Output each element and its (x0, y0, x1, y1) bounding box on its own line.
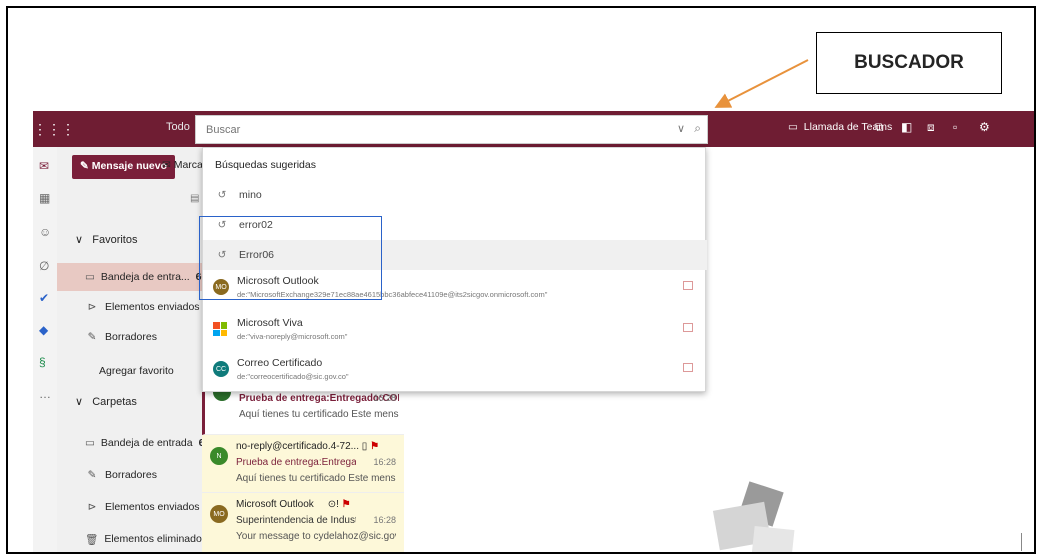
info-icon: ⊙! (327, 499, 339, 510)
new-mail-label: Mensaje nuevo (91, 160, 167, 172)
suggestions-title: Búsquedas sugeridas (215, 159, 316, 171)
send-icon: ⊳ (87, 501, 97, 513)
attach-icon[interactable]: ∅ (39, 259, 49, 273)
pencil-icon: ✎ (87, 469, 97, 481)
collapse-pane-icon[interactable]: ▤ (190, 193, 199, 204)
avatar: N (210, 447, 228, 465)
folder-label: Bandeja de entra... (100, 271, 190, 283)
microsoft-logo-icon (213, 322, 227, 336)
folder-item-drafts[interactable]: ✎ Borradores (57, 461, 202, 489)
favorites-header[interactable]: ∨ Favoritos (75, 233, 137, 246)
people-suggestion[interactable]: CC Correo Certificado de:"correocertific… (203, 352, 707, 388)
search-scope-label: Todo (166, 121, 190, 133)
envelope-illustration (751, 525, 795, 552)
person-email: de:"viva-noreply@microsoft.com" (237, 332, 348, 341)
people-suggestion[interactable]: Microsoft Viva de:"viva-noreply@microsof… (203, 312, 707, 348)
trash-icon: 🗑 (85, 533, 99, 546)
message-subject: Prueba de entrega:Entregado:Superi... (236, 457, 356, 468)
contact-card-icon[interactable] (683, 363, 693, 372)
teams-icon[interactable]: ◆ (39, 323, 48, 337)
folder-label: Elementos enviados (105, 301, 200, 313)
message-sender: no-reply@certificado.4-72... ▯ ⚑ (236, 441, 396, 452)
yammer-icon[interactable]: § (39, 355, 46, 369)
folder-item-sent[interactable]: ⊳ Elementos enviados (57, 493, 202, 521)
message-item[interactable]: N no-reply@certificado.4-72... ▯ ⚑ Prueb… (202, 435, 404, 493)
history-icon: ↺ (217, 189, 227, 201)
mail-icon[interactable]: ✉ (39, 159, 49, 173)
send-icon: ⊳ (87, 301, 97, 313)
avatar: MO (210, 505, 228, 523)
chat-icon[interactable]: ⧉ (875, 120, 884, 135)
search-options-chevron-icon[interactable]: ∨ (677, 122, 685, 135)
folder-item-inbox[interactable]: ▭ Bandeja de entrada 6652 (57, 429, 222, 457)
todo-icon[interactable]: ✔ (39, 291, 49, 305)
folder-label: Borradores (105, 469, 157, 481)
folders-header[interactable]: ∨ Carpetas (75, 395, 137, 408)
app-rail: ✉ ▦ ☺ ∅ ✔ ◆ § … (33, 147, 57, 552)
folders-label: Carpetas (92, 396, 137, 408)
suggestion-text: mino (239, 189, 262, 201)
fav-item-inbox[interactable]: ▭ Bandeja de entra... 6652 (57, 263, 219, 291)
search-input[interactable] (206, 123, 666, 136)
office-icon[interactable]: ◧ (901, 120, 912, 134)
tasks-icon[interactable]: ⧈ (927, 120, 935, 135)
message-item[interactable]: Prueba de entrega:Entregado:COM... 16:28… (202, 383, 404, 435)
folder-pane: ✎ Mensaje nuevo ✉ Marcar tod ▤ ∨ Favorit… (57, 147, 224, 552)
favorites-label: Favoritos (92, 234, 138, 246)
message-preview: Aquí tienes tu certificado Este mensaje … (236, 473, 396, 484)
gear-icon[interactable]: ⚙ (979, 120, 990, 134)
sender-name: Microsoft Outlook (236, 499, 314, 510)
message-time: 16:28 (373, 515, 396, 525)
flag-icon[interactable]: ⚑ (342, 499, 351, 510)
suggestion-item[interactable]: ↺ mino (203, 180, 707, 210)
pencil-icon: ✎ (87, 331, 97, 343)
sender-name: no-reply@certificado.4-72... (236, 441, 359, 452)
avatar: CC (213, 361, 229, 377)
fav-item-sent[interactable]: ⊳ Elementos enviados (57, 293, 202, 321)
search-icon[interactable]: ⌕ (694, 121, 701, 136)
flag-icon[interactable]: ⚑ (370, 441, 379, 452)
message-preview: Your message to cydelahoz@sic.gov.co cou… (236, 531, 396, 542)
calendar-icon[interactable]: ▦ (39, 191, 50, 205)
screenshot-frame: ⋮⋮⋮ Todo∨ ← ▭ Llamada de Teams ⧉ ◧ ⧈ ▫ ⚙… (6, 6, 1036, 554)
folder-label: Bandeja de entrada (100, 437, 193, 449)
highlight-rectangle (199, 216, 382, 300)
inbox-icon: ▭ (85, 271, 95, 283)
folder-label: Borradores (105, 331, 157, 343)
more-apps-icon[interactable]: … (39, 387, 51, 401)
add-favorite-link[interactable]: Agregar favorito (57, 357, 202, 385)
folder-label: Elementos enviados (105, 501, 200, 513)
bell-icon[interactable]: ▫ (953, 120, 957, 134)
callout-label: BUSCADOR (816, 32, 1002, 94)
person-name: Microsoft Viva (237, 317, 303, 329)
people-icon[interactable]: ☺ (39, 225, 51, 239)
scrollbar[interactable] (1021, 533, 1022, 551)
contact-card-icon[interactable] (683, 323, 693, 332)
folder-label: Elementos eliminados (104, 533, 208, 545)
message-time: 16:28 (373, 457, 396, 467)
folder-label: Agregar favorito (99, 365, 174, 377)
person-name: Correo Certificado (237, 357, 323, 369)
message-preview: Aquí tienes tu certificado Este mensaje … (239, 409, 399, 420)
new-mail-button[interactable]: ✎ Mensaje nuevo (72, 155, 175, 179)
message-time: 16:28 (373, 393, 396, 403)
search-box[interactable]: ∨ ⌕ (195, 115, 708, 144)
message-sender: Microsoft Outlook ⊙! ⚑ (236, 499, 396, 510)
folder-item-deleted[interactable]: 🗑 Elementos eliminados (57, 525, 207, 552)
contact-card-icon[interactable] (683, 281, 693, 290)
message-item[interactable]: MO Microsoft Outlook ⊙! ⚑ Superintendenc… (202, 493, 404, 552)
person-email: de:"correocertificado@sic.gov.co" (237, 372, 349, 381)
message-subject: Superintendencia de Industria y Co... (236, 515, 356, 526)
fav-item-drafts[interactable]: ✎ Borradores (57, 323, 202, 351)
app-launcher-icon[interactable]: ⋮⋮⋮ (33, 121, 75, 138)
inbox-icon: ▭ (85, 437, 95, 449)
arrow-line (714, 59, 809, 108)
attachment-icon: ▯ (361, 441, 368, 452)
